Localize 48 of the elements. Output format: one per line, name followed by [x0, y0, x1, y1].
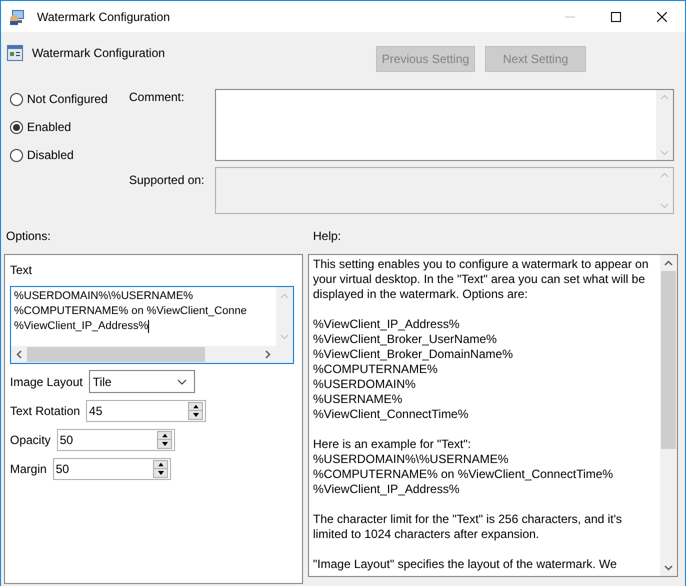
- scroll-left-icon[interactable]: [16, 350, 22, 359]
- help-text: This setting enables you to configure a watermark to appear on your virtual desktop. In the "Text" area you can set what will be displayed in the watermark. Options are:: [313, 257, 650, 302]
- help-text: %USERDOMAIN%: [313, 377, 417, 392]
- number-spinner[interactable]: 50: [52, 458, 171, 480]
- spin-up-icon[interactable]: [154, 461, 167, 469]
- spin-down-icon[interactable]: [154, 469, 167, 477]
- spin-down-icon[interactable]: [189, 411, 202, 419]
- help-text: %ViewClient_Broker_DomainName%: [313, 347, 514, 362]
- field-label: Text: [10, 262, 34, 279]
- scroll-right-icon[interactable]: [265, 350, 271, 359]
- field-label: Image Layout: [10, 374, 83, 390]
- help-text: Here is an example for "Text":: [313, 437, 472, 452]
- help-text: The character limit for the "Text" is 256 characters, and it's limited to 1024 characters after expansion.: [313, 512, 623, 542]
- scrollbar-thumb[interactable]: [661, 271, 676, 449]
- help-text: %COMPUTERNAME% on %ViewClient_ConnectTime%: [313, 467, 614, 482]
- help-text: %ViewClient_IP_Address%: [313, 482, 461, 497]
- text-field[interactable]: %USERDOMAIN%\%USERNAME% %COMPUTERNAME% on %ViewClient_Conne %ViewClient_IP_Address%: [10, 286, 294, 364]
- field-label: Opacity: [10, 432, 51, 449]
- field-label: Margin: [10, 461, 47, 478]
- help-text: %ViewClient_IP_Address%: [313, 317, 461, 332]
- number-spinner[interactable]: 50: [56, 429, 175, 451]
- scroll-up-icon[interactable]: [664, 260, 673, 266]
- field-label: Comment:: [129, 89, 186, 106]
- setting-title: Watermark Configuration: [32, 45, 166, 62]
- state-radio[interactable]: Not Configured: [10, 91, 129, 107]
- number-spinner[interactable]: 45: [86, 400, 206, 422]
- window-title: Watermark Configuration: [37, 8, 171, 26]
- layout-dropdown[interactable]: Tile: [88, 370, 195, 393]
- help-text: %ViewClient_ConnectTime%: [313, 407, 470, 422]
- spin-up-icon[interactable]: [158, 432, 171, 440]
- help-text: %COMPUTERNAME%: [313, 362, 439, 377]
- section-label: Help:: [313, 228, 342, 245]
- scrollbar-thumb[interactable]: [27, 347, 205, 362]
- spin-up-icon[interactable]: [189, 403, 202, 411]
- app-icon: [9, 8, 27, 26]
- field-label: Supported on:: [129, 172, 206, 189]
- state-radio[interactable]: Disabled: [10, 147, 129, 163]
- field-label: Text Rotation: [10, 403, 80, 420]
- chevron-down-icon: [176, 378, 187, 384]
- section-label: Options:: [6, 228, 52, 245]
- state-radio[interactable]: Enabled: [10, 119, 129, 135]
- help-text: "Image Layout" specifies the layout of the watermark. We: [313, 557, 618, 572]
- spin-down-icon[interactable]: [158, 440, 171, 448]
- policy-icon: [7, 45, 23, 61]
- scroll-down-icon[interactable]: [664, 565, 673, 571]
- help-text: %USERNAME%: [313, 392, 404, 407]
- help-text: %ViewClient_Broker_UserName%: [313, 332, 498, 347]
- help-text: %USERDOMAIN%\%USERNAME%: [313, 452, 510, 467]
